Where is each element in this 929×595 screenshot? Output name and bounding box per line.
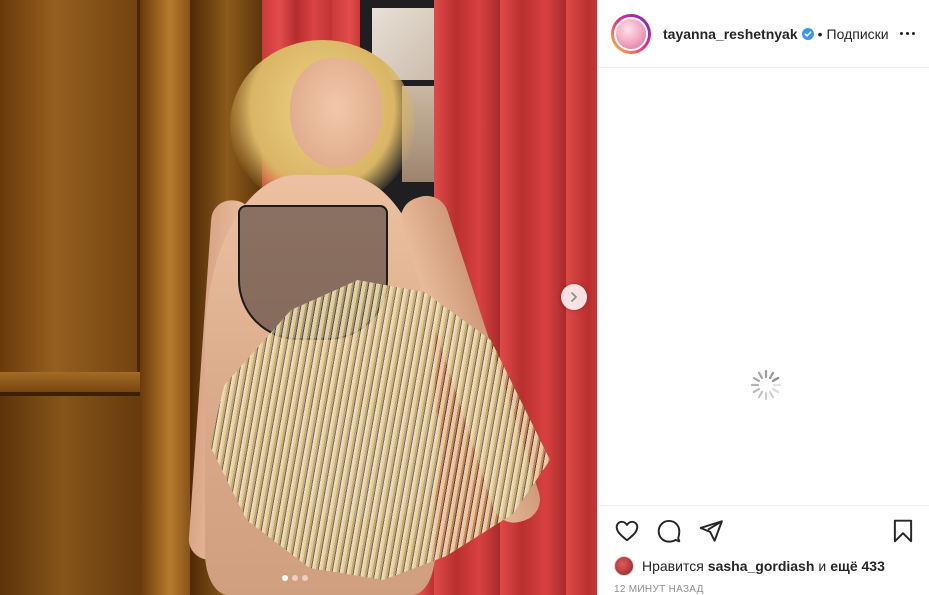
liker-avatar[interactable]: [614, 556, 634, 576]
loading-spinner-icon: [750, 369, 782, 401]
post-actions: Нравится sasha_gordiash и ещё 433 12 МИН…: [598, 505, 929, 595]
carousel-indicator: [282, 575, 308, 581]
separator: •: [817, 25, 823, 42]
more-horizontal-icon: [900, 32, 903, 35]
carousel-dot: [292, 575, 298, 581]
person-face: [290, 58, 382, 168]
action-bar: [614, 516, 916, 546]
chevron-right-icon: [568, 291, 580, 303]
comment-bubble-icon[interactable]: [656, 518, 682, 544]
bookmark-icon[interactable]: [890, 518, 916, 544]
comments-area: [598, 69, 929, 505]
likes-conjunction: и: [818, 558, 827, 574]
door-panel-lower: [0, 392, 140, 595]
paper-plane-icon[interactable]: [698, 518, 724, 544]
verified-badge-icon: [801, 27, 814, 40]
carousel-dot-active: [282, 575, 288, 581]
likes-prefix: Нравится: [642, 558, 704, 574]
avatar[interactable]: [614, 16, 648, 51]
post-photo[interactable]: [0, 0, 597, 595]
post-header: tayanna_reshetnyak • Подписки: [598, 0, 929, 68]
likes-count-link[interactable]: ещё 433: [830, 558, 885, 574]
carousel-next-button[interactable]: [561, 284, 587, 310]
post-timestamp[interactable]: 12 МИНУТ НАЗАД: [614, 584, 916, 595]
story-ring[interactable]: [611, 13, 651, 54]
more-options-button[interactable]: [900, 32, 915, 35]
carousel-dot: [302, 575, 308, 581]
door-panel: [0, 0, 140, 380]
username-link[interactable]: tayanna_reshetnyak: [663, 26, 798, 42]
post-side-panel: tayanna_reshetnyak • Подписки Нравится s…: [597, 0, 929, 595]
following-button[interactable]: Подписки: [827, 26, 889, 42]
liker-username-link[interactable]: sasha_gordiash: [708, 558, 815, 574]
heart-icon[interactable]: [614, 518, 640, 544]
likes-summary: Нравится sasha_gordiash и ещё 433: [614, 556, 916, 576]
